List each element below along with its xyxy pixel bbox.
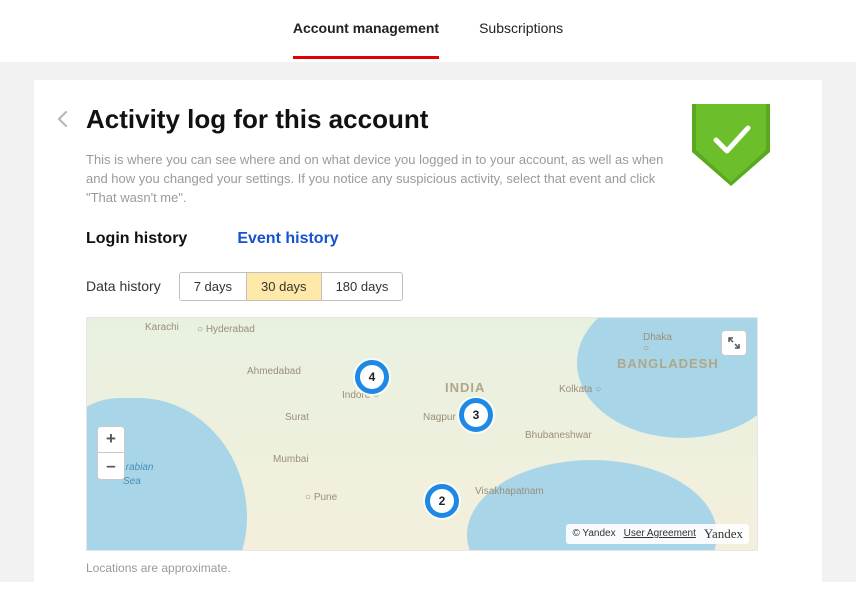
range-7-days[interactable]: 7 days — [180, 273, 247, 300]
map-city-label: Visakhapatnam — [475, 486, 544, 497]
map-cluster[interactable]: 3 — [459, 398, 493, 432]
map-attribution: © Yandex User Agreement Yandex — [566, 524, 749, 544]
page-title: Activity log for this account — [86, 104, 770, 135]
range-180-days[interactable]: 180 days — [322, 273, 403, 300]
map-city-label: Dhaka○ — [643, 332, 672, 354]
map-cluster[interactable]: 4 — [355, 360, 389, 394]
range-30-days[interactable]: 30 days — [247, 273, 322, 300]
locations-footnote: Locations are approximate. — [86, 561, 770, 575]
date-range-segment: 7 days 30 days 180 days — [179, 272, 404, 301]
tab-login-history[interactable]: Login history — [86, 230, 187, 248]
expand-icon — [728, 337, 740, 349]
map-city-label: Bhubaneshwar — [525, 430, 592, 441]
map-city-label: Kolkata ○ — [559, 384, 601, 395]
map-copyright: © Yandex — [572, 528, 615, 539]
map-brand: Yandex — [704, 526, 743, 542]
map-city-label: Surat — [285, 412, 309, 423]
tab-subscriptions[interactable]: Subscriptions — [479, 20, 563, 56]
user-agreement-link[interactable]: User Agreement — [624, 528, 696, 539]
history-tabs: Login history Event history — [86, 230, 770, 248]
security-shield-icon — [692, 104, 770, 191]
filter-label: Data history — [86, 278, 161, 294]
zoom-control: + – — [97, 426, 125, 480]
map-city-label: ○ Hyderabad — [197, 324, 255, 335]
tab-account-management[interactable]: Account management — [293, 20, 439, 59]
map-city-label: Ahmedabad — [247, 366, 301, 377]
back-chevron-icon[interactable] — [56, 110, 70, 133]
map-view[interactable]: INDIA BANGLADESH Karachi ○ Hyderabad Ahm… — [86, 317, 758, 551]
tab-event-history[interactable]: Event history — [237, 230, 338, 248]
top-nav: Account management Subscriptions — [0, 0, 856, 62]
map-cluster[interactable]: 2 — [425, 484, 459, 518]
zoom-out-button[interactable]: – — [98, 453, 124, 479]
map-sea-label: Sea — [123, 476, 141, 487]
fullscreen-button[interactable] — [721, 330, 747, 356]
page-background: Activity log for this account This is wh… — [0, 62, 856, 582]
filter-row: Data history 7 days 30 days 180 days — [86, 272, 770, 301]
map-city-label: ○ Pune — [305, 492, 337, 503]
page-description: This is where you can see where and on w… — [86, 151, 666, 208]
activity-card: Activity log for this account This is wh… — [34, 80, 822, 599]
zoom-in-button[interactable]: + — [98, 427, 124, 453]
map-city-label: Karachi — [145, 322, 179, 333]
map-country-india: INDIA — [445, 380, 485, 395]
map-country-bangladesh: BANGLADESH — [617, 356, 719, 371]
map-city-label: Mumbai — [273, 454, 309, 465]
